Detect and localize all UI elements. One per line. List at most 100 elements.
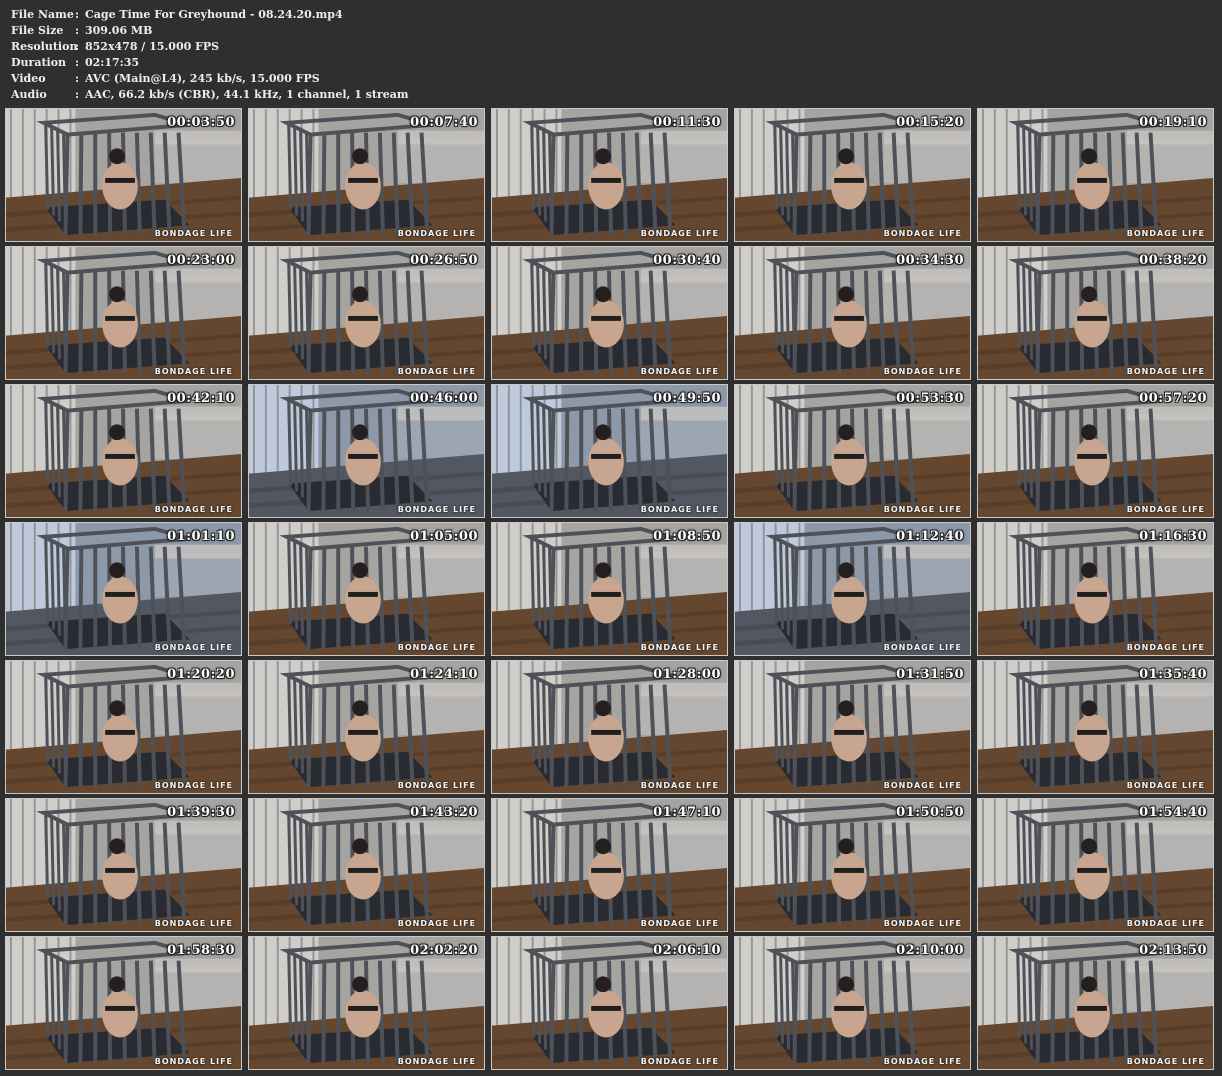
video-thumbnail[interactable]: 00:30:40 BONDAGE LIFE [491, 246, 728, 380]
info-label: File Name [11, 8, 74, 21]
info-value: AAC, 66.2 kb/s (CBR), 44.1 kHz, 1 channe… [85, 88, 409, 101]
watermark-logo: BONDAGE LIFE [154, 1057, 233, 1066]
thumbnail-timestamp: 01:08:50 [653, 529, 721, 544]
watermark-logo: BONDAGE LIFE [397, 229, 476, 238]
info-row-audio: Audio : AAC, 66.2 kb/s (CBR), 44.1 kHz, … [11, 87, 1211, 103]
video-thumbnail[interactable]: 00:26:50 BONDAGE LIFE [248, 246, 485, 380]
video-thumbnail[interactable]: 01:24:10 BONDAGE LIFE [248, 660, 485, 794]
video-thumbnail[interactable]: 01:28:00 BONDAGE LIFE [491, 660, 728, 794]
watermark-logo: BONDAGE LIFE [1126, 229, 1205, 238]
info-row-file-size: File Size : 309.06 MB [11, 23, 1211, 39]
watermark-logo: BONDAGE LIFE [397, 919, 476, 928]
video-thumbnail[interactable]: 00:15:20 BONDAGE LIFE [734, 108, 971, 242]
watermark-logo: BONDAGE LIFE [154, 643, 233, 652]
info-value: Cage Time For Greyhound - 08.24.20.mp4 [85, 8, 343, 21]
thumbnail-timestamp: 01:01:10 [167, 529, 235, 544]
video-thumbnail[interactable]: 01:54:40 BONDAGE LIFE [977, 798, 1214, 932]
thumbnail-timestamp: 00:07:40 [410, 115, 478, 130]
watermark-logo: BONDAGE LIFE [397, 367, 476, 376]
video-thumbnail[interactable]: 00:38:20 BONDAGE LIFE [977, 246, 1214, 380]
video-thumbnail[interactable]: 00:34:30 BONDAGE LIFE [734, 246, 971, 380]
video-thumbnail[interactable]: 00:19:10 BONDAGE LIFE [977, 108, 1214, 242]
thumbnail-timestamp: 00:46:00 [410, 391, 478, 406]
info-colon: : [75, 72, 80, 85]
thumbnail-timestamp: 01:35:40 [1139, 667, 1207, 682]
video-thumbnail[interactable]: 01:47:10 BONDAGE LIFE [491, 798, 728, 932]
watermark-logo: BONDAGE LIFE [1126, 1057, 1205, 1066]
watermark-logo: BONDAGE LIFE [640, 229, 719, 238]
watermark-logo: BONDAGE LIFE [883, 229, 962, 238]
video-thumbnail[interactable]: 01:43:20 BONDAGE LIFE [248, 798, 485, 932]
info-value: 02:17:35 [85, 56, 140, 69]
video-thumbnail[interactable]: 00:42:10 BONDAGE LIFE [5, 384, 242, 518]
video-thumbnail[interactable]: 00:07:40 BONDAGE LIFE [248, 108, 485, 242]
watermark-logo: BONDAGE LIFE [883, 367, 962, 376]
video-thumbnail[interactable]: 01:50:50 BONDAGE LIFE [734, 798, 971, 932]
info-colon: : [75, 24, 80, 37]
watermark-logo: BONDAGE LIFE [1126, 781, 1205, 790]
video-thumbnail[interactable]: 02:02:20 BONDAGE LIFE [248, 936, 485, 1070]
video-thumbnail[interactable]: 01:16:30 BONDAGE LIFE [977, 522, 1214, 656]
video-thumbnail[interactable]: 01:31:50 BONDAGE LIFE [734, 660, 971, 794]
video-thumbnail[interactable]: 01:01:10 BONDAGE LIFE [5, 522, 242, 656]
video-thumbnail[interactable]: 00:53:30 BONDAGE LIFE [734, 384, 971, 518]
video-thumbnail[interactable]: 00:11:30 BONDAGE LIFE [491, 108, 728, 242]
thumbnail-timestamp: 01:43:20 [410, 805, 478, 820]
thumbnail-timestamp: 00:38:20 [1139, 253, 1207, 268]
thumbnail-timestamp: 01:54:40 [1139, 805, 1207, 820]
video-thumbnail[interactable]: 00:57:20 BONDAGE LIFE [977, 384, 1214, 518]
info-row-file-name: File Name : Cage Time For Greyhound - 08… [11, 7, 1211, 23]
thumbnail-timestamp: 00:26:50 [410, 253, 478, 268]
info-label: Duration [11, 56, 67, 69]
thumbnail-timestamp: 01:31:50 [896, 667, 964, 682]
thumbnail-timestamp: 02:02:20 [410, 943, 478, 958]
video-thumbnail[interactable]: 00:46:00 BONDAGE LIFE [248, 384, 485, 518]
watermark-logo: BONDAGE LIFE [1126, 643, 1205, 652]
watermark-logo: BONDAGE LIFE [154, 505, 233, 514]
info-row-duration: Duration : 02:17:35 [11, 55, 1211, 71]
thumbnail-timestamp: 01:47:10 [653, 805, 721, 820]
video-thumbnail[interactable]: 01:08:50 BONDAGE LIFE [491, 522, 728, 656]
watermark-logo: BONDAGE LIFE [883, 1057, 962, 1066]
thumbnail-timestamp: 00:23:00 [167, 253, 235, 268]
video-thumbnail[interactable]: 01:35:40 BONDAGE LIFE [977, 660, 1214, 794]
video-thumbnail[interactable]: 00:49:50 BONDAGE LIFE [491, 384, 728, 518]
thumbnail-timestamp: 01:16:30 [1139, 529, 1207, 544]
file-info-header: File Name : Cage Time For Greyhound - 08… [11, 7, 1211, 103]
video-thumbnail[interactable]: 02:06:10 BONDAGE LIFE [491, 936, 728, 1070]
video-thumbnail[interactable]: 01:05:00 BONDAGE LIFE [248, 522, 485, 656]
thumbnail-timestamp: 00:49:50 [653, 391, 721, 406]
watermark-logo: BONDAGE LIFE [883, 643, 962, 652]
info-colon: : [75, 40, 80, 53]
watermark-logo: BONDAGE LIFE [883, 781, 962, 790]
video-thumbnail[interactable]: 02:10:00 BONDAGE LIFE [734, 936, 971, 1070]
thumbnail-timestamp: 01:58:30 [167, 943, 235, 958]
video-thumbnail[interactable]: 01:12:40 BONDAGE LIFE [734, 522, 971, 656]
thumbnail-timestamp: 02:06:10 [653, 943, 721, 958]
info-row-video: Video : AVC (Main@L4), 245 kb/s, 15.000 … [11, 71, 1211, 87]
video-thumbnail[interactable]: 01:39:30 BONDAGE LIFE [5, 798, 242, 932]
watermark-logo: BONDAGE LIFE [1126, 367, 1205, 376]
video-thumbnail[interactable]: 01:58:30 BONDAGE LIFE [5, 936, 242, 1070]
thumbnail-timestamp: 00:15:20 [896, 115, 964, 130]
watermark-logo: BONDAGE LIFE [640, 505, 719, 514]
thumbnail-timestamp: 00:34:30 [896, 253, 964, 268]
watermark-logo: BONDAGE LIFE [640, 781, 719, 790]
thumbnail-timestamp: 00:03:50 [167, 115, 235, 130]
video-thumbnail[interactable]: 02:13:50 BONDAGE LIFE [977, 936, 1214, 1070]
thumbnail-timestamp: 00:19:10 [1139, 115, 1207, 130]
watermark-logo: BONDAGE LIFE [640, 367, 719, 376]
watermark-logo: BONDAGE LIFE [640, 919, 719, 928]
video-thumbnail[interactable]: 00:23:00 BONDAGE LIFE [5, 246, 242, 380]
watermark-logo: BONDAGE LIFE [883, 505, 962, 514]
video-thumbnail[interactable]: 00:03:50 BONDAGE LIFE [5, 108, 242, 242]
thumbnail-grid: 00:03:50 BONDAGE LIFE 00:07:40 BONDAGE LIFE… [5, 108, 1214, 1070]
thumbnail-timestamp: 01:28:00 [653, 667, 721, 682]
thumbnail-timestamp: 01:39:30 [167, 805, 235, 820]
watermark-logo: BONDAGE LIFE [1126, 505, 1205, 514]
watermark-logo: BONDAGE LIFE [640, 1057, 719, 1066]
watermark-logo: BONDAGE LIFE [397, 781, 476, 790]
thumbnail-timestamp: 02:13:50 [1139, 943, 1207, 958]
video-thumbnail[interactable]: 01:20:20 BONDAGE LIFE [5, 660, 242, 794]
thumbnail-timestamp: 01:05:00 [410, 529, 478, 544]
